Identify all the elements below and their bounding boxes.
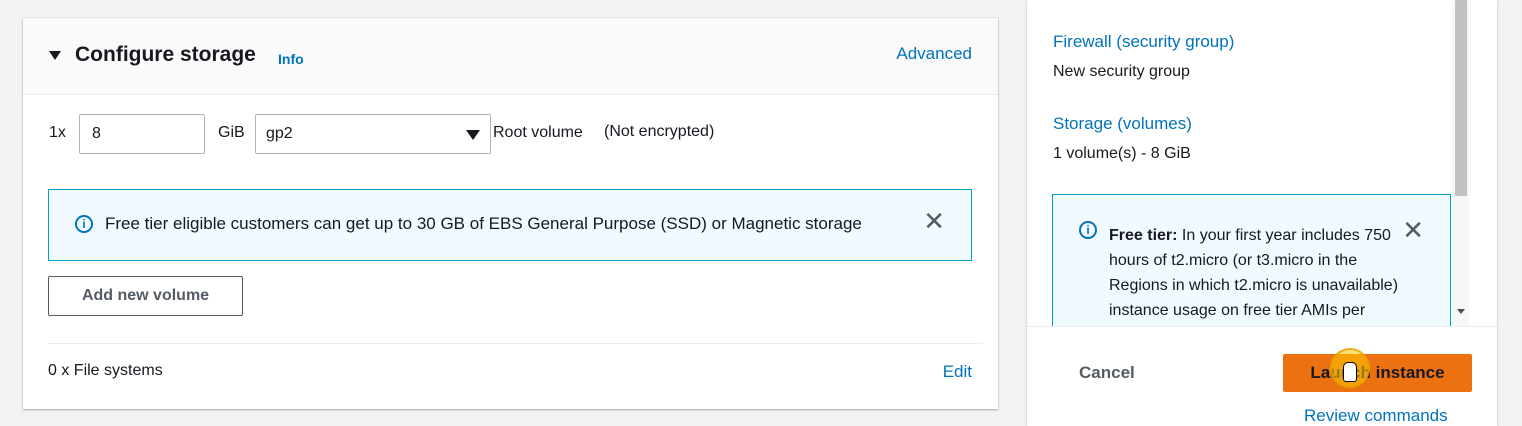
advanced-link[interactable]: Advanced <box>896 44 972 64</box>
divider <box>48 343 983 344</box>
file-systems-label: 0 x File systems <box>48 362 163 379</box>
close-icon[interactable]: ✕ <box>923 208 945 234</box>
info-icon: i <box>1079 221 1097 239</box>
review-commands-link[interactable]: Review commands <box>1304 406 1448 426</box>
free-tier-alert: i Free tier eligible customers can get u… <box>48 189 972 261</box>
storage-summary-value: 1 volume(s) - 8 GiB <box>1053 145 1191 162</box>
caret-down-icon[interactable] <box>49 51 61 60</box>
encryption-status: (Not encrypted) <box>604 123 715 140</box>
root-volume-label: Root volume <box>493 124 583 141</box>
close-icon[interactable]: ✕ <box>1402 217 1424 243</box>
volume-size-input[interactable] <box>79 114 205 154</box>
launch-instance-button[interactable]: Launch instance <box>1283 354 1472 392</box>
info-icon: i <box>75 215 93 233</box>
info-link[interactable]: Info <box>278 51 304 67</box>
firewall-summary-value: New security group <box>1053 63 1190 80</box>
footer-divider <box>1027 326 1497 327</box>
dropdown-arrow-icon <box>466 130 480 140</box>
volume-type-select[interactable]: gp2 <box>255 114 491 154</box>
volume-type-value: gp2 <box>266 125 293 142</box>
scroll-down-arrow-icon[interactable] <box>1457 309 1465 314</box>
pointer-cursor-icon <box>1343 362 1357 382</box>
volume-count-label: 1x <box>49 124 66 141</box>
panel-header[interactable]: Configure storage Info Advanced <box>23 18 998 95</box>
summary-scrollbar-thumb[interactable] <box>1455 0 1467 196</box>
cancel-button[interactable]: Cancel <box>1079 363 1135 383</box>
firewall-summary-link[interactable]: Firewall (security group) <box>1053 32 1234 52</box>
free-tier-info-box: i Free tier: In your first year includes… <box>1052 194 1451 326</box>
size-unit-label: GiB <box>218 124 245 141</box>
summary-scroll-area[interactable]: Firewall (security group) New security g… <box>1027 0 1497 326</box>
storage-summary-link[interactable]: Storage (volumes) <box>1053 114 1192 134</box>
free-tier-bold: Free tier: <box>1109 227 1178 244</box>
configure-storage-panel: Configure storage Info Advanced 1x GiB g… <box>23 18 998 409</box>
add-new-volume-button[interactable]: Add new volume <box>48 276 243 316</box>
panel-title: Configure storage <box>75 43 256 66</box>
alert-text: Free tier eligible customers can get up … <box>105 214 862 233</box>
edit-file-systems-link[interactable]: Edit <box>943 362 972 382</box>
free-tier-text: Free tier: In your first year includes 7… <box>1109 223 1399 326</box>
